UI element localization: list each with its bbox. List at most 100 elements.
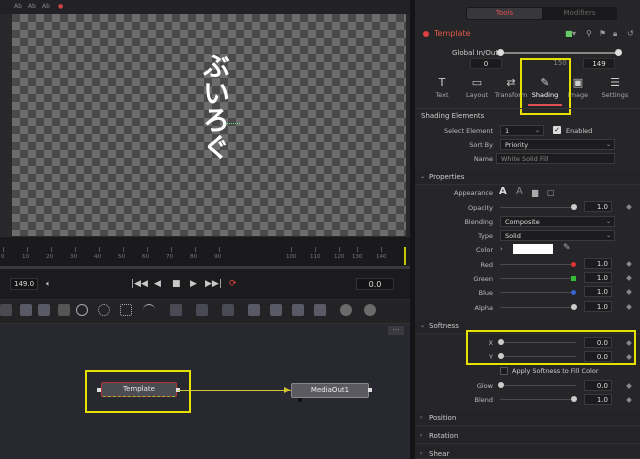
color-swatch[interactable] <box>513 244 553 254</box>
appearance-outline-icon[interactable]: A <box>516 186 523 197</box>
merge-icon[interactable] <box>58 304 70 316</box>
shear-section-header[interactable]: › Shear <box>415 447 640 459</box>
glow-slider[interactable] <box>504 385 576 386</box>
select-element-dropdown[interactable]: 1 ⌄ <box>500 125 544 136</box>
pin-icon[interactable]: ⚑ <box>599 29 606 38</box>
reset-icon[interactable]: ↺ <box>627 29 634 38</box>
global-out-handle[interactable] <box>615 49 622 56</box>
green-slider-handle[interactable] <box>571 276 576 281</box>
global-in-handle[interactable] <box>497 49 504 56</box>
camera-icon[interactable] <box>222 304 234 316</box>
blend-handle[interactable] <box>571 396 577 402</box>
highlight-box <box>466 330 636 365</box>
renderer-icon[interactable] <box>270 304 282 316</box>
play-forward-button[interactable]: ▶ <box>190 278 197 290</box>
blending-dropdown[interactable]: Composite ⌄ <box>500 216 615 227</box>
shape3d-icon[interactable] <box>314 304 326 316</box>
viewer-option-button[interactable]: Ab <box>14 3 22 11</box>
alpha-slider[interactable] <box>500 307 574 308</box>
node-mask-port[interactable] <box>298 398 302 402</box>
red-slider[interactable] <box>500 264 574 265</box>
tab-tools[interactable]: Tools <box>467 8 542 19</box>
rotation-section-header[interactable]: › Rotation <box>415 429 640 444</box>
chevron-right-icon[interactable]: › <box>500 245 503 253</box>
blue-field[interactable]: 1.0 <box>584 286 612 297</box>
green-field[interactable]: 1.0 <box>584 272 612 283</box>
speaker-icon[interactable]: 🔈︎ <box>46 279 51 289</box>
appearance-border-icon[interactable]: ▢ <box>547 188 555 197</box>
opacity-slider-handle[interactable] <box>571 204 577 210</box>
ellipse-icon[interactable] <box>76 304 88 316</box>
appearance-solid-icon[interactable]: A <box>499 186 507 197</box>
play-reverse-button[interactable]: ◀ <box>154 278 161 290</box>
global-out-field[interactable]: 149 <box>583 58 615 69</box>
red-slider-handle[interactable] <box>571 262 576 267</box>
section-title: Position <box>429 414 457 422</box>
properties-section-header[interactable]: ⌄ Properties <box>415 170 640 185</box>
blue-slider-handle[interactable] <box>571 290 576 295</box>
enabled-checkbox[interactable]: ✓ <box>553 126 561 134</box>
tab-layout[interactable]: ▭ Layout <box>459 76 495 104</box>
node-editor-menu-button[interactable]: ... <box>388 325 404 335</box>
lock-icon[interactable]: 🔒︎ <box>613 29 617 39</box>
shape-icon[interactable] <box>292 304 304 316</box>
polygon-icon[interactable] <box>98 304 110 316</box>
chevron-down-icon[interactable]: ▾ <box>572 29 576 38</box>
tab-text[interactable]: T Text <box>424 76 460 104</box>
type-label: Type <box>478 232 493 240</box>
globe-icon[interactable] <box>364 304 376 316</box>
viewer-option-button[interactable]: Ab <box>42 3 50 11</box>
current-frame-field[interactable]: 149.0 <box>10 278 38 290</box>
light-icon[interactable] <box>248 304 260 316</box>
stop-button[interactable]: ■ <box>172 278 181 290</box>
go-to-start-button[interactable]: |◀◀ <box>131 278 148 290</box>
loop-icon[interactable]: ⟳ <box>229 278 237 290</box>
apply-softness-checkbox[interactable] <box>500 367 508 375</box>
blend-slider[interactable] <box>500 399 574 400</box>
green-slider[interactable] <box>500 278 574 279</box>
ruler-tick-label: 90 <box>214 254 221 260</box>
glow-field[interactable]: 0.0 <box>584 380 612 391</box>
opacity-field[interactable]: 1.0 <box>584 201 612 212</box>
section-title: Shear <box>429 450 450 458</box>
text-icon[interactable] <box>38 304 50 316</box>
position-section-header[interactable]: › Position <box>415 411 640 426</box>
blending-label: Blending <box>464 218 493 226</box>
go-to-end-button[interactable]: ▶▶| <box>205 278 222 290</box>
chevron-right-icon: › <box>420 432 423 439</box>
appearance-block-icon[interactable]: ▆ <box>532 188 538 197</box>
sphere-icon[interactable] <box>340 304 352 316</box>
dropdown-value: Priority <box>505 141 529 149</box>
viewer-option-button[interactable]: ● <box>58 3 63 11</box>
tab-modifiers[interactable]: Modifiers <box>542 8 617 19</box>
name-field[interactable]: White Solid Fill <box>496 153 615 164</box>
bitmap-icon[interactable] <box>143 304 155 316</box>
sort-by-dropdown[interactable]: Priority ⌄ <box>500 139 615 150</box>
time-ruler[interactable]: 0 10 20 30 40 50 60 70 80 90 100 110 120… <box>0 236 410 268</box>
playhead-end-marker[interactable] <box>404 247 406 265</box>
background-icon[interactable] <box>0 304 12 316</box>
eyedropper-icon[interactable]: ✎ <box>563 243 571 253</box>
type-dropdown[interactable]: Solid ⌄ <box>500 230 615 241</box>
alpha-slider-handle[interactable] <box>571 304 577 310</box>
opacity-slider[interactable] <box>500 207 576 208</box>
viewer-gutter <box>0 14 12 236</box>
alpha-field[interactable]: 1.0 <box>584 301 612 312</box>
color-label: Color <box>476 246 493 254</box>
3d-icon[interactable] <box>196 304 208 316</box>
blend-field[interactable]: 1.0 <box>584 394 612 405</box>
viewer-option-button[interactable]: Ab <box>28 3 36 11</box>
global-in-field[interactable]: 0 <box>470 58 502 69</box>
node-output-port[interactable] <box>368 388 372 392</box>
node-connection[interactable] <box>178 390 291 391</box>
blue-slider[interactable] <box>500 292 574 293</box>
tool-enable-toggle[interactable] <box>423 31 429 37</box>
particles-icon[interactable] <box>170 304 182 316</box>
node-mediaout[interactable]: MediaOut1 <box>291 383 369 398</box>
bspline-icon[interactable] <box>120 304 132 316</box>
version-icon[interactable]: ⚲ <box>586 29 592 38</box>
paint-icon[interactable] <box>20 304 32 316</box>
red-field[interactable]: 1.0 <box>584 258 612 269</box>
tab-settings[interactable]: ☰ Settings <box>597 76 633 104</box>
time-readout[interactable]: 0.0 <box>356 278 394 290</box>
